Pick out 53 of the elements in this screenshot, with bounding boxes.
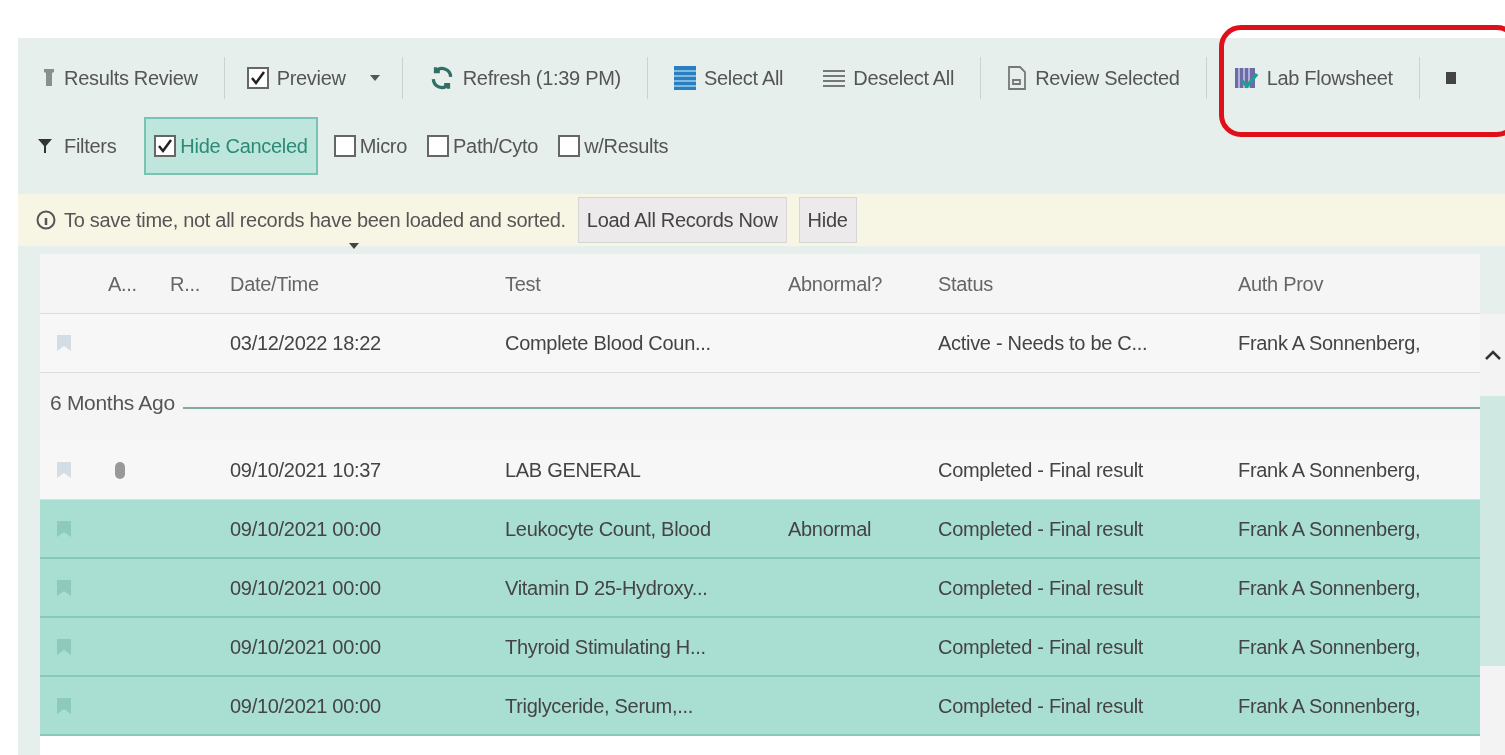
table-cell: Frank A Sonnenberg, (1238, 694, 1421, 717)
result-row[interactable]: 09/10/2021 00:00 Thyroid Stimulating H... Completed - Final result Frank A Sonnenberg, (40, 618, 1480, 677)
column-header[interactable]: Date/Time (230, 272, 319, 295)
table-cell: 03/12/2022 18:22 (230, 332, 381, 354)
table-cell: Completed - Final result (938, 459, 1144, 481)
column-header[interactable]: Status (938, 272, 993, 295)
filter-option[interactable]: w/Results (584, 131, 669, 161)
toolbar-button[interactable]: Refresh (1:39 PM) (424, 63, 625, 93)
result-row[interactable]: 03/12/2022 18:22 Complete Blood Coun... Active - Needs to be C... Frank A Sonnenberg, (40, 314, 1480, 373)
table-cell: Thyroid Stimulating H... (505, 635, 706, 658)
table-cell: 09/10/2021 10:37 (230, 459, 381, 481)
table-cell: Vitamin D 25-Hydroxy... (505, 576, 708, 599)
table-cell: Frank A Sonnenberg, (1238, 576, 1421, 599)
table-cell: Complete Blood Coun... (505, 332, 711, 354)
result-row[interactable]: 09/10/2021 00:00 Vitamin D 25-Hydroxy... Completed - Final result Frank A Sonnenberg, (40, 559, 1480, 618)
filters-button[interactable]: Filters (38, 131, 117, 161)
column-header[interactable]: Abnormal? (788, 272, 883, 295)
result-row[interactable]: 09/10/2021 00:00 Triglyceride, Serum,... Completed - Final result Frank A Sonnenberg, (40, 677, 1480, 736)
filter-option[interactable]: Micro (359, 131, 408, 161)
column-header[interactable]: Auth Prov (1238, 272, 1324, 295)
table-cell: LAB GENERAL (505, 459, 641, 481)
toolbar-button[interactable]: Results Review (38, 63, 202, 93)
table-cell: 09/10/2021 00:00 (230, 635, 381, 658)
table-cell: Active - Needs to be C... (938, 332, 1148, 354)
banner-button[interactable]: Hide (798, 197, 857, 243)
result-row[interactable]: 09/10/2021 10:37 LAB GENERAL Completed - Final result Frank A Sonnenberg, (40, 441, 1480, 500)
toolbar-button[interactable]: Review Selected (1003, 63, 1184, 93)
column-header[interactable]: A... (108, 272, 137, 295)
table-cell: Completed - Final result (938, 576, 1144, 599)
banner-button[interactable]: Load All Records Now (577, 197, 787, 243)
table-cell: 09/10/2021 00:00 (230, 694, 381, 717)
table-cell: Abnormal (788, 517, 872, 540)
table-cell: Frank A Sonnenberg, (1238, 332, 1421, 354)
toolbar-button[interactable]: Deselect All (819, 63, 959, 93)
toolbar-button[interactable]: Lab Flowsheet (1228, 63, 1397, 93)
toolbar-button[interactable]: Select All (669, 63, 788, 93)
table-cell: Completed - Final result (938, 694, 1144, 717)
table-cell: Frank A Sonnenberg, (1238, 517, 1421, 540)
column-header[interactable]: R... (170, 272, 200, 295)
table-cell: Frank A Sonnenberg, (1238, 635, 1421, 658)
table-cell: Triglyceride, Serum,... (505, 694, 693, 717)
banner-message: To save time, not all records have been loaded and sorted. (64, 208, 566, 233)
table-cell: Completed - Final result (938, 517, 1144, 540)
preview-toggle[interactable]: Preview (276, 63, 346, 93)
group-header: 6 Months Ago (50, 390, 175, 416)
result-row[interactable]: 09/10/2021 00:00 Leukocyte Count, Blood Abnormal Completed - Final result Frank A Sonnenberg, (40, 500, 1480, 559)
column-header[interactable]: Test (505, 272, 541, 295)
table-cell: 09/10/2021 00:00 (230, 517, 381, 540)
table-cell: Frank A Sonnenberg, (1238, 459, 1421, 481)
table-cell: 09/10/2021 00:00 (230, 576, 381, 599)
table-cell: Leukocyte Count, Blood (505, 517, 711, 540)
table-cell: Completed - Final result (938, 635, 1144, 658)
filter-option[interactable]: Path/Cyto (453, 131, 539, 161)
